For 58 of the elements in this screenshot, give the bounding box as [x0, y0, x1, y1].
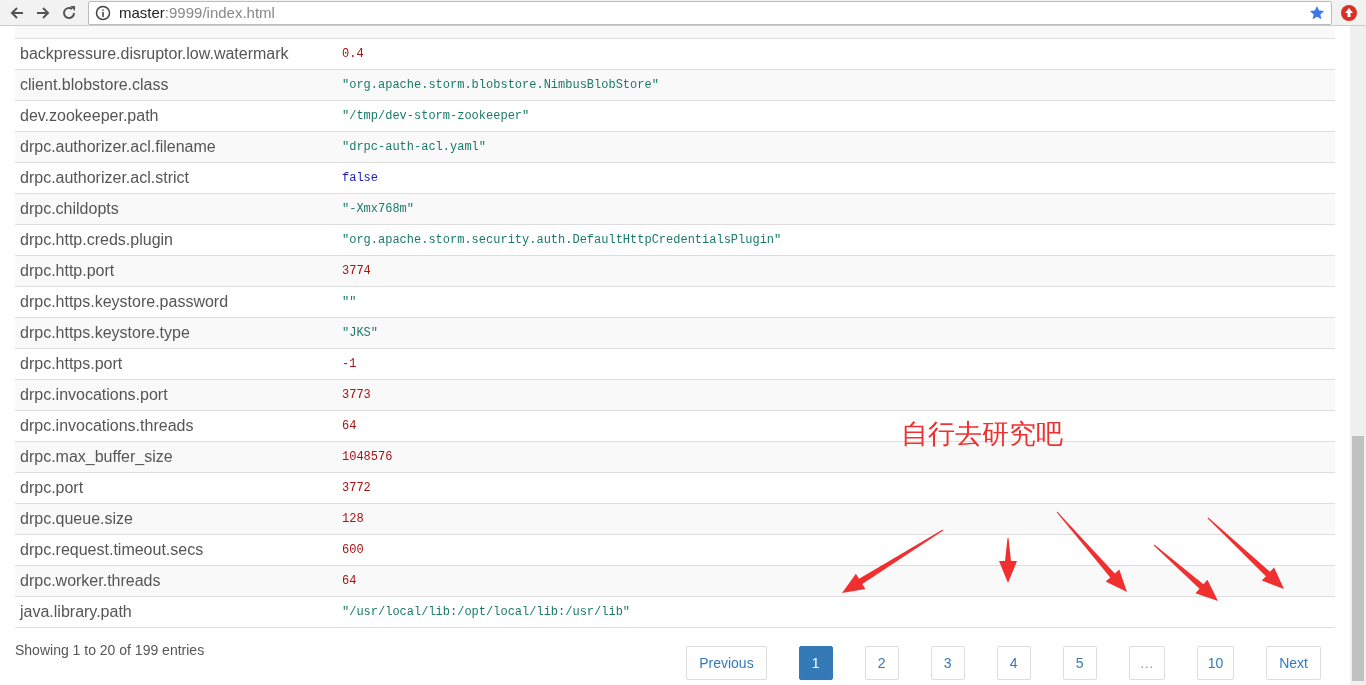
config-key: drpc.max_buffer_size	[15, 448, 342, 466]
config-value: "/usr/local/lib:/opt/local/lib:/usr/lib"	[342, 605, 631, 619]
url-text: master:9999/index.html	[119, 4, 275, 21]
config-key: drpc.queue.size	[15, 510, 342, 528]
next-button[interactable]: Next	[1266, 646, 1321, 680]
config-value: -1	[342, 357, 357, 371]
page-button[interactable]: 2	[864, 646, 899, 680]
previous-button[interactable]: Previous	[686, 646, 767, 680]
address-bar[interactable]: master:9999/index.html	[88, 0, 1332, 25]
extension-icon[interactable]	[1340, 3, 1358, 22]
config-value: 128	[342, 512, 364, 526]
config-value: "JKS"	[342, 326, 378, 340]
config-value: 64	[342, 574, 357, 588]
config-key: drpc.http.creds.plugin	[15, 231, 342, 249]
config-value: 1048576	[342, 450, 393, 464]
ellipsis-button[interactable]: …	[1128, 646, 1165, 680]
page-button[interactable]: 10	[1196, 646, 1235, 680]
config-key: drpc.https.keystore.type	[15, 324, 342, 342]
config-value: false	[342, 171, 378, 185]
config-value: 64	[342, 419, 357, 433]
config-key: drpc.invocations.threads	[15, 417, 342, 435]
config-key: drpc.port	[15, 479, 342, 497]
config-key: drpc.http.port	[15, 262, 342, 280]
config-value: "drpc-auth-acl.yaml"	[342, 140, 487, 154]
config-value: 3773	[342, 388, 371, 402]
config-key: drpc.request.timeout.secs	[15, 541, 342, 559]
page-button[interactable]: 5	[1062, 646, 1097, 680]
annotation-text: 自行去研究吧	[901, 417, 1063, 451]
config-value: "org.apache.storm.security.auth.DefaultHttpCredentialsPlugin"	[342, 233, 782, 247]
config-key: drpc.worker.threads	[15, 572, 342, 590]
config-key: dev.zookeeper.path	[15, 107, 342, 125]
config-value: "/tmp/dev-storm-zookeeper"	[342, 109, 530, 123]
page-button[interactable]: 1	[798, 646, 833, 680]
config-key: drpc.https.keystore.password	[15, 293, 342, 311]
entries-info: Showing 1 to 20 of 199 entries	[15, 642, 205, 658]
config-value: 600	[342, 543, 364, 557]
config-key: java.library.path	[15, 603, 342, 621]
scrollbar[interactable]	[1350, 26, 1366, 685]
config-key: drpc.https.port	[15, 355, 342, 373]
config-key: drpc.childopts	[15, 200, 342, 218]
config-value: 3772	[342, 481, 371, 495]
page-button[interactable]: 3	[930, 646, 965, 680]
page-button[interactable]: 4	[996, 646, 1031, 680]
config-key: backpressure.disruptor.low.watermark	[15, 45, 342, 63]
config-value: "org.apache.storm.blobstore.NimbusBlobStore"	[342, 78, 659, 92]
info-icon[interactable]	[95, 4, 111, 21]
config-value: "-Xmx768m"	[342, 202, 414, 216]
config-key: drpc.authorizer.acl.filename	[15, 138, 342, 156]
config-value: 3774	[342, 264, 371, 278]
arrow-drawing	[1153, 544, 1218, 601]
arrow-drawing	[999, 538, 1017, 583]
config-value: 0.4	[342, 47, 364, 61]
config-key: client.blobstore.class	[15, 76, 342, 94]
reload-icon[interactable]	[60, 3, 78, 22]
star-icon[interactable]	[1309, 4, 1325, 21]
config-value: ""	[342, 295, 357, 309]
config-key: drpc.authorizer.acl.strict	[15, 169, 342, 187]
config-key: drpc.invocations.port	[15, 386, 342, 404]
